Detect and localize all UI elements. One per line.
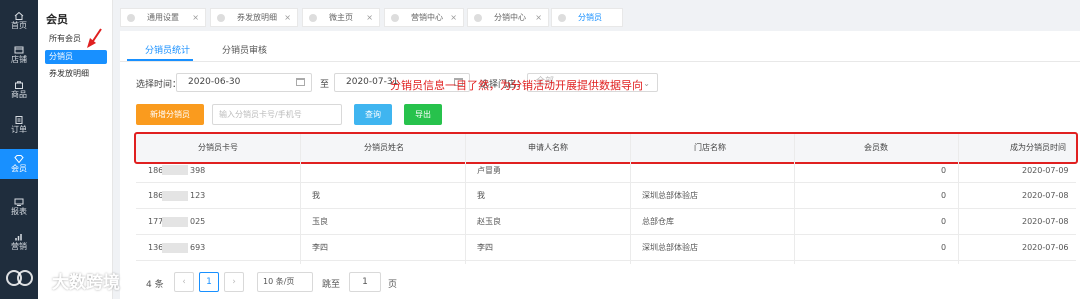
tab-micro-home[interactable]: 微主页 × — [302, 8, 380, 27]
nav-home[interactable]: 首页 — [0, 6, 38, 36]
home-icon — [14, 12, 24, 20]
subtab-distributor-review[interactable]: 分销员审核 — [222, 43, 267, 56]
tab-dot-icon — [127, 14, 135, 22]
card-no-suffix: 398 — [190, 166, 206, 175]
watermark-text: 大数跨境 — [52, 273, 120, 293]
close-icon[interactable]: × — [450, 9, 457, 26]
page-size-value: 10 条/页 — [263, 277, 295, 286]
tab-dot-icon — [309, 14, 317, 22]
goods-icon — [15, 81, 23, 89]
tab-dot-icon — [217, 14, 225, 22]
subtab-divider — [120, 61, 1080, 62]
close-icon[interactable]: × — [192, 9, 199, 26]
tab-marketing-center[interactable]: 营销中心 × — [384, 8, 464, 27]
table-row[interactable]: 136 693 李四 李四 深圳总部体验店 0 2020-07-06 — [136, 235, 1076, 261]
masked-digits — [162, 165, 188, 175]
masked-digits — [162, 217, 188, 227]
add-distributor-button[interactable]: 新增分销员 — [136, 104, 204, 125]
join-time: 2020-07-09 — [1022, 166, 1069, 175]
nav-member[interactable]: 会员 — [0, 149, 38, 179]
join-time: 2020-07-08 — [1022, 217, 1069, 226]
annotation-arrow-icon — [87, 28, 102, 48]
distributor-name: 李四 — [312, 243, 328, 252]
masked-digits — [162, 243, 188, 253]
page-1-button[interactable]: 1 — [199, 272, 219, 292]
marketing-icon — [15, 234, 22, 241]
annotation-text: 分销员信息一目了然，为分销活动开展提供数据导向 — [390, 79, 643, 92]
join-time: 2020-07-06 — [1022, 243, 1069, 252]
store-icon — [14, 46, 24, 54]
card-no-suffix: 693 — [190, 243, 206, 252]
nav-marketing[interactable]: 营销 — [0, 227, 38, 257]
store-name: 深圳总部体验店 — [642, 243, 698, 252]
table-row[interactable]: 177 025 玉良 赵玉良 总部仓库 0 2020-07-08 — [136, 209, 1076, 235]
tab-dot-icon — [391, 14, 399, 22]
page-suffix: 页 — [388, 280, 398, 290]
date-range-separator: 至 — [320, 80, 330, 90]
nav-store[interactable]: 店铺 — [0, 40, 38, 70]
store-name: 深圳总部体验店 — [642, 191, 698, 200]
join-time: 2020-07-08 — [1022, 191, 1069, 200]
jump-page-input[interactable]: 1 — [349, 272, 381, 292]
next-page-button[interactable]: › — [224, 272, 244, 292]
member-count: 0 — [941, 243, 947, 252]
nav-orders[interactable]: 订单 — [0, 110, 38, 140]
tab-dot-icon — [474, 14, 482, 22]
sidebar-item-distributors[interactable]: 分销员 — [45, 50, 107, 64]
time-filter-label: 选择时间： — [136, 80, 182, 90]
page-size-select[interactable]: 10 条/页 — [257, 272, 313, 292]
nav-goods[interactable]: 商品 — [0, 75, 38, 105]
card-no-prefix: 177 — [148, 217, 164, 226]
table-row[interactable]: 186 123 我 我 深圳总部体验店 0 2020-07-08 — [136, 183, 1076, 209]
table-row[interactable]: 186 398 卢冒勇 0 2020-07-09 — [136, 160, 1076, 183]
applicant-name: 李四 — [477, 243, 493, 252]
order-icon — [15, 116, 23, 124]
calendar-icon — [296, 78, 305, 86]
prev-page-button[interactable]: ‹ — [174, 272, 194, 292]
tab-coupon-details[interactable]: 券发放明细 × — [210, 8, 298, 27]
start-date-value: 2020-06-30 — [188, 77, 241, 87]
page-tab-bar: 通用设置 × 券发放明细 × 微主页 × 营销中心 × 分销中心 × 分销员 — [120, 8, 1080, 28]
sidebar-title: 会员 — [46, 13, 68, 26]
distributor-name: 玉良 — [312, 217, 328, 226]
subtab-distributor-stats[interactable]: 分销员统计 — [145, 43, 190, 56]
watermark-logo-icon — [6, 270, 33, 286]
export-button[interactable]: 导出 — [404, 104, 442, 125]
tab-dot-icon — [558, 14, 566, 22]
close-icon[interactable]: × — [535, 9, 542, 26]
start-date-input[interactable]: 2020-06-30 — [176, 73, 312, 92]
applicant-name: 卢冒勇 — [477, 166, 501, 175]
card-no-prefix: 186 — [148, 166, 164, 175]
close-icon[interactable]: × — [284, 9, 291, 26]
tab-distribution-center[interactable]: 分销中心 × — [467, 8, 549, 27]
nav-report[interactable]: 报表 — [0, 192, 38, 222]
report-icon — [14, 198, 24, 206]
search-input[interactable]: 输入分销员卡号/手机号 — [212, 104, 342, 125]
card-no-prefix: 186 — [148, 191, 164, 200]
masked-digits — [162, 191, 188, 201]
close-icon[interactable]: × — [366, 9, 373, 26]
applicant-name: 我 — [477, 191, 485, 200]
member-count: 0 — [941, 166, 947, 175]
member-icon — [14, 155, 24, 163]
query-button[interactable]: 查询 — [354, 104, 392, 125]
tab-distributors[interactable]: 分销员 — [551, 8, 623, 27]
sidebar-item-coupon-details[interactable]: 券发放明细 — [45, 67, 107, 81]
card-no-prefix: 136 — [148, 243, 164, 252]
jump-label: 跳至 — [322, 280, 341, 290]
tab-general-settings[interactable]: 通用设置 × — [120, 8, 206, 27]
distributor-name: 我 — [312, 191, 320, 200]
card-no-suffix: 123 — [190, 191, 206, 200]
card-no-suffix: 025 — [190, 217, 206, 226]
watermark: 大数跨境 — [0, 264, 146, 293]
total-count: 4 条 — [146, 280, 164, 290]
applicant-name: 赵玉良 — [477, 217, 501, 226]
store-name: 总部仓库 — [642, 217, 674, 226]
chevron-down-icon: ⌄ — [643, 79, 650, 88]
member-count: 0 — [941, 217, 947, 226]
main-nav: 首页 店铺 商品 订单 会员 报表 营销 — [0, 0, 38, 299]
member-count: 0 — [941, 191, 947, 200]
